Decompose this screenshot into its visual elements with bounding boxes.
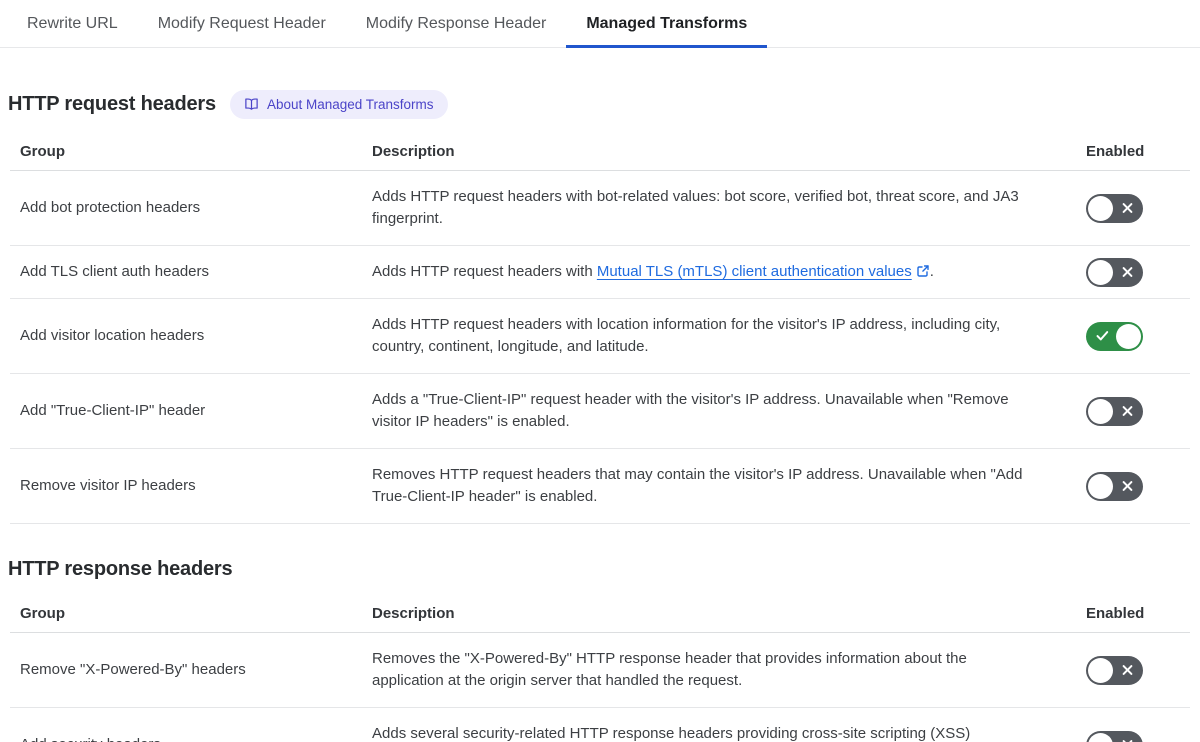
group-cell: Remove visitor IP headers [10,448,362,524]
table-header-row: Group Description Enabled [10,593,1190,633]
toggle-knob [1088,732,1113,742]
enabled-toggle[interactable] [1086,193,1143,223]
request-section-title: HTTP request headers [8,93,216,115]
x-icon [1122,203,1133,213]
description-cell: Removes HTTP request headers that may co… [362,448,1076,524]
group-cell: Add TLS client auth headers [10,245,362,299]
enabled-toggle[interactable] [1086,471,1143,501]
description-cell: Adds HTTP request headers with Mutual TL… [362,245,1076,299]
tab-modify-response-header[interactable]: Modify Response Header [346,0,567,47]
description-cell: Removes the "X-Powered-By" HTTP response… [362,632,1076,708]
toggle-knob [1088,473,1113,499]
tab-modify-request-header[interactable]: Modify Request Header [138,0,346,47]
group-cell: Add visitor location headers [10,298,362,374]
external-link-icon [917,265,929,277]
column-header-description: Description [362,131,1076,171]
toggle-knob [1116,323,1141,349]
request-headers-table: Group Description Enabled Add bot protec… [10,131,1190,524]
transform-rules-tabbar: Rewrite URL Modify Request Header Modify R… [0,0,1200,48]
check-icon [1096,331,1109,341]
table-row: Add TLS client auth headers Adds HTTP re… [10,245,1190,299]
enabled-toggle[interactable] [1086,257,1143,287]
description-cell: Adds a "True-Client-IP" request header w… [362,373,1076,449]
description-cell: Adds HTTP request headers with bot-relat… [362,170,1076,246]
column-header-description: Description [362,593,1076,633]
x-icon [1122,406,1133,416]
enabled-toggle[interactable] [1086,730,1143,742]
book-icon [245,98,258,110]
toggle-knob [1088,259,1113,285]
response-section-title: HTTP response headers [8,558,233,580]
x-icon [1122,267,1133,277]
enabled-toggle[interactable] [1086,321,1143,351]
column-header-group: Group [10,593,362,633]
x-icon [1122,665,1133,675]
group-cell: Remove "X-Powered-By" headers [10,632,362,708]
response-section-header: HTTP response headers [8,558,1190,581]
toggle-knob [1088,657,1113,683]
column-header-enabled: Enabled [1076,593,1190,633]
about-managed-transforms-link[interactable]: About Managed Transforms [229,90,448,119]
column-header-group: Group [10,131,362,171]
table-row: Add "True-Client-IP" header Adds a "True… [10,373,1190,449]
response-headers-table: Group Description Enabled Remove "X-Powe… [10,593,1190,742]
description-cell: Adds HTTP request headers with location … [362,298,1076,374]
description-link[interactable]: Mutual TLS (mTLS) client authentication … [597,263,912,280]
group-cell: Add bot protection headers [10,170,362,246]
table-row: Add visitor location headers Adds HTTP r… [10,298,1190,374]
enabled-toggle[interactable] [1086,396,1143,426]
table-row: Remove visitor IP headers Removes HTTP r… [10,448,1190,524]
enabled-toggle[interactable] [1086,655,1143,685]
group-cell: Add "True-Client-IP" header [10,373,362,449]
table-row: Remove "X-Powered-By" headers Removes th… [10,632,1190,708]
tab-rewrite-url[interactable]: Rewrite URL [7,0,138,47]
table-header-row: Group Description Enabled [10,131,1190,171]
column-header-enabled: Enabled [1076,131,1190,171]
toggle-knob [1088,195,1113,221]
x-icon [1122,481,1133,491]
tab-managed-transforms[interactable]: Managed Transforms [566,0,768,48]
description-cell: Adds several security-related HTTP respo… [362,707,1076,742]
group-cell: Add security headers [10,707,362,742]
toggle-knob [1088,398,1113,424]
request-section-header: HTTP request headers About Managed Trans… [8,90,1190,119]
table-row: Add bot protection headers Adds HTTP req… [10,170,1190,246]
badge-label: About Managed Transforms [266,96,434,112]
table-row: Add security headers Adds several securi… [10,707,1190,742]
